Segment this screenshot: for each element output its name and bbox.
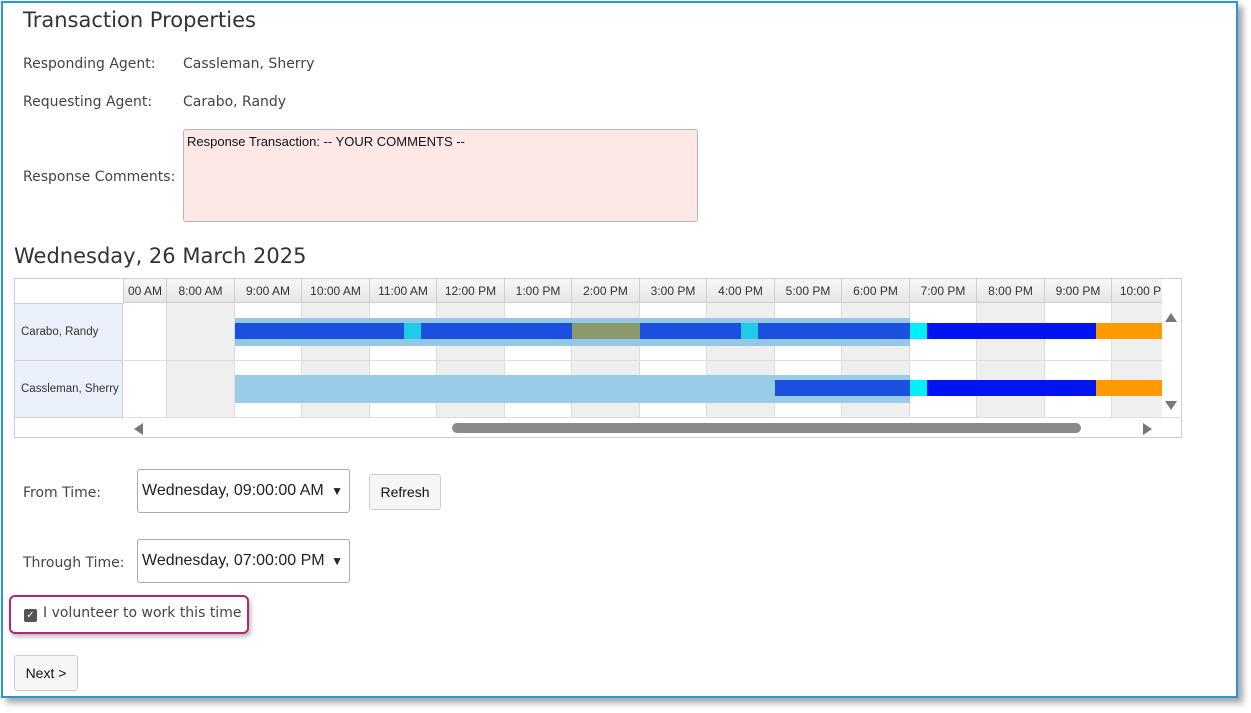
chevron-down-icon: ▼ <box>331 554 343 568</box>
refresh-button[interactable]: Refresh <box>369 474 441 510</box>
overtime-bar[interactable] <box>927 380 1096 396</box>
through-time-label: Through Time: <box>23 555 125 571</box>
scroll-left-icon[interactable] <box>134 423 143 435</box>
hour-cell: 1:00 PM <box>505 279 572 303</box>
volunteer-label[interactable]: I volunteer to work this time <box>43 605 241 621</box>
resource-name: Cassleman, Sherry <box>21 383 119 395</box>
hour-cell: 2:00 PM <box>572 279 640 303</box>
volunteer-checkbox[interactable]: ✓ <box>24 609 37 622</box>
hour-cell: 8:00 AM <box>167 279 235 303</box>
hour-header: 00 AM 8:00 AM 9:00 AM 10:00 AM 11:00 AM … <box>124 279 1162 303</box>
hour-cell: 9:00 AM <box>235 279 302 303</box>
hour-cell: 12:00 PM <box>437 279 505 303</box>
chevron-down-icon: ▼ <box>331 484 343 498</box>
requesting-agent-value: Carabo, Randy <box>183 94 287 110</box>
responding-agent-value: Cassleman, Sherry <box>183 56 315 72</box>
hour-cell: 10:00 PM <box>1112 279 1162 303</box>
schedule-corner <box>15 279 124 304</box>
resource-row-cassleman: Cassleman, Sherry <box>15 361 123 418</box>
shift-bar[interactable] <box>758 323 910 339</box>
hour-cell: 4:00 PM <box>707 279 775 303</box>
orange-bar[interactable] <box>1096 380 1162 396</box>
hour-cell: 7:00 PM <box>910 279 977 303</box>
row-divider <box>124 360 1162 361</box>
hour-cell: 10:00 AM <box>302 279 370 303</box>
shift-bar[interactable] <box>775 380 910 396</box>
shift-bar[interactable] <box>421 323 572 339</box>
horizontal-scroll-thumb[interactable] <box>452 423 1081 433</box>
schedule-timeline[interactable]: 00 AM 8:00 AM 9:00 AM 10:00 AM 11:00 AM … <box>124 279 1162 417</box>
conflict-bar[interactable] <box>572 323 640 339</box>
from-time-value: Wednesday, 09:00:00 AM <box>142 482 324 499</box>
next-button[interactable]: Next > <box>14 655 78 691</box>
hour-cell: 11:00 AM <box>370 279 437 303</box>
break-bar[interactable] <box>404 323 421 339</box>
schedule-grid: Carabo, Randy Cassleman, Sherry 00 AM 8:… <box>14 278 1182 438</box>
requesting-agent-label: Requesting Agent: <box>23 94 153 110</box>
hour-cell: 00 AM <box>124 279 167 303</box>
orange-bar[interactable] <box>1096 323 1162 339</box>
scroll-right-icon[interactable] <box>1143 423 1152 435</box>
schedule-date-heading: Wednesday, 26 March 2025 <box>14 244 307 268</box>
hour-cell: 9:00 PM <box>1045 279 1112 303</box>
shift-bar[interactable] <box>640 323 741 339</box>
break-bar[interactable] <box>741 323 758 339</box>
overtime-bar[interactable] <box>927 323 1096 339</box>
response-comments-label: Response Comments: <box>23 169 176 185</box>
break-bar[interactable] <box>910 380 927 396</box>
scroll-down-icon[interactable] <box>1165 401 1177 410</box>
responding-agent-label: Responding Agent: <box>23 56 156 72</box>
shift-bar[interactable] <box>235 323 404 339</box>
hour-cell: 5:00 PM <box>775 279 842 303</box>
hour-cell: 6:00 PM <box>842 279 910 303</box>
resource-name: Carabo, Randy <box>21 326 99 338</box>
resource-row-carabo: Carabo, Randy <box>15 304 123 361</box>
from-time-select[interactable]: Wednesday, 09:00:00 AM ▼ <box>137 469 350 513</box>
hour-cell: 3:00 PM <box>640 279 707 303</box>
break-bar[interactable] <box>910 323 927 339</box>
scroll-up-icon[interactable] <box>1165 313 1177 322</box>
through-time-select[interactable]: Wednesday, 07:00:00 PM ▼ <box>137 539 350 583</box>
from-time-label: From Time: <box>23 485 102 501</box>
page-title: Transaction Properties <box>23 8 256 32</box>
hour-cell: 8:00 PM <box>977 279 1045 303</box>
response-comments-textarea[interactable]: Response Transaction: -- YOUR COMMENTS -… <box>183 129 698 222</box>
through-time-value: Wednesday, 07:00:00 PM <box>142 552 325 569</box>
